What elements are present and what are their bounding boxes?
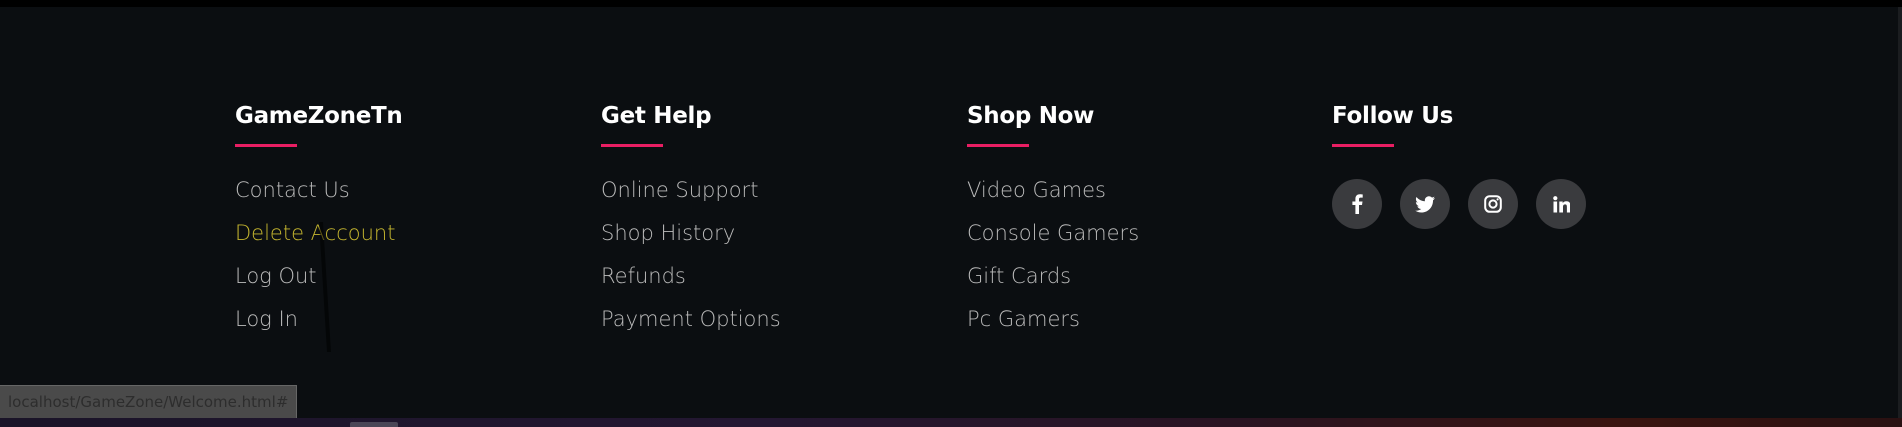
instagram-icon [1484, 195, 1502, 213]
instagram-button[interactable] [1468, 179, 1518, 229]
contact-us-link[interactable]: Contact Us [235, 176, 402, 219]
status-bar-url: localhost/GameZone/Welcome.html# [0, 385, 298, 418]
taskbar-item[interactable] [350, 422, 398, 427]
payment-options-link[interactable]: Payment Options [601, 305, 781, 348]
log-in-link[interactable]: Log In [235, 305, 402, 348]
footer-column-gamezonetn: GameZoneTn Contact Us Delete Account Log… [235, 99, 403, 348]
footer-column-follow-us: Follow Us [1332, 99, 1586, 229]
link-list: Contact Us Delete Account Log Out Log In [235, 176, 402, 348]
twitter-button[interactable] [1400, 179, 1450, 229]
gift-cards-link[interactable]: Gift Cards [967, 262, 1139, 305]
linkedin-button[interactable] [1536, 179, 1586, 229]
top-edge-bar [0, 0, 1902, 7]
column-title: Get Help [601, 103, 712, 129]
site-footer: GameZoneTn Contact Us Delete Account Log… [0, 7, 1898, 418]
footer-column-shop-now: Shop Now Video Games Console Gamers Gift… [967, 99, 1139, 348]
column-title: GameZoneTn [235, 103, 403, 129]
online-support-link[interactable]: Online Support [601, 176, 781, 219]
os-taskbar [0, 418, 1902, 427]
pc-gamers-link[interactable]: Pc Gamers [967, 305, 1139, 348]
footer-column-get-help: Get Help Online Support Shop History Ref… [601, 99, 781, 348]
title-underline [235, 144, 297, 147]
social-links [1332, 179, 1586, 229]
refunds-link[interactable]: Refunds [601, 262, 781, 305]
link-list: Video Games Console Gamers Gift Cards Pc… [967, 176, 1139, 348]
linkedin-icon [1552, 195, 1570, 212]
log-out-link[interactable]: Log Out [235, 262, 402, 305]
shop-history-link[interactable]: Shop History [601, 219, 781, 262]
facebook-button[interactable] [1332, 179, 1382, 229]
title-underline [1332, 144, 1394, 147]
link-list: Online Support Shop History Refunds Paym… [601, 176, 781, 348]
facebook-icon [1352, 194, 1363, 214]
video-games-link[interactable]: Video Games [967, 176, 1139, 219]
column-title: Follow Us [1332, 103, 1454, 129]
console-gamers-link[interactable]: Console Gamers [967, 219, 1139, 262]
twitter-icon [1415, 195, 1435, 212]
title-underline [601, 144, 663, 147]
scrollbar-track[interactable] [1898, 7, 1902, 418]
delete-account-link[interactable]: Delete Account [235, 219, 402, 262]
title-underline [967, 144, 1029, 147]
column-title: Shop Now [967, 103, 1095, 129]
